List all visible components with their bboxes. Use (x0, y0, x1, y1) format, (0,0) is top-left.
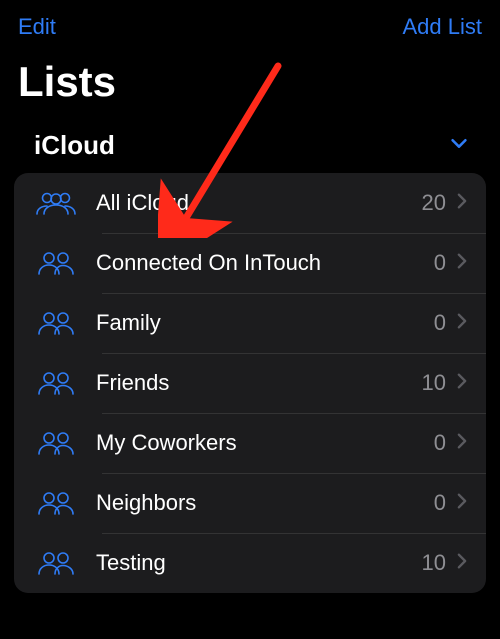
add-list-button[interactable]: Add List (403, 14, 483, 40)
list-item[interactable]: Family0 (14, 293, 486, 353)
list-item-count: 10 (422, 370, 446, 396)
list-item-count: 10 (422, 550, 446, 576)
people-icon (28, 370, 84, 396)
list-item-count: 0 (434, 430, 446, 456)
chevron-right-icon (454, 250, 470, 277)
list-item-label: Family (96, 310, 434, 336)
list-item-label: All iCloud (96, 190, 422, 216)
chevron-right-icon (454, 490, 470, 517)
chevron-down-icon (448, 132, 470, 159)
list-item[interactable]: Friends10 (14, 353, 486, 413)
page-title: Lists (0, 44, 500, 120)
people-icon (28, 490, 84, 516)
list-item-label: Connected On InTouch (96, 250, 434, 276)
toolbar: Edit Add List (0, 0, 500, 44)
list-item-label: Friends (96, 370, 422, 396)
list-item-label: Neighbors (96, 490, 434, 516)
people-icon (28, 250, 84, 276)
chevron-right-icon (454, 310, 470, 337)
chevron-right-icon (454, 430, 470, 457)
edit-button[interactable]: Edit (18, 14, 56, 40)
list-item-label: My Coworkers (96, 430, 434, 456)
list-item[interactable]: Connected On InTouch0 (14, 233, 486, 293)
chevron-right-icon (454, 190, 470, 217)
people-icon (28, 190, 84, 216)
chevron-right-icon (454, 370, 470, 397)
chevron-right-icon (454, 550, 470, 577)
lists-card: All iCloud20Connected On InTouch0Family0… (14, 173, 486, 593)
list-item[interactable]: My Coworkers0 (14, 413, 486, 473)
people-icon (28, 310, 84, 336)
people-icon (28, 550, 84, 576)
people-icon (28, 430, 84, 456)
list-item-count: 0 (434, 250, 446, 276)
account-header[interactable]: iCloud (0, 120, 500, 173)
account-name-label: iCloud (34, 130, 115, 161)
list-item[interactable]: All iCloud20 (14, 173, 486, 233)
list-item-count: 20 (422, 190, 446, 216)
list-item-count: 0 (434, 490, 446, 516)
list-item-label: Testing (96, 550, 422, 576)
list-item[interactable]: Testing10 (14, 533, 486, 593)
list-item-count: 0 (434, 310, 446, 336)
list-item[interactable]: Neighbors0 (14, 473, 486, 533)
